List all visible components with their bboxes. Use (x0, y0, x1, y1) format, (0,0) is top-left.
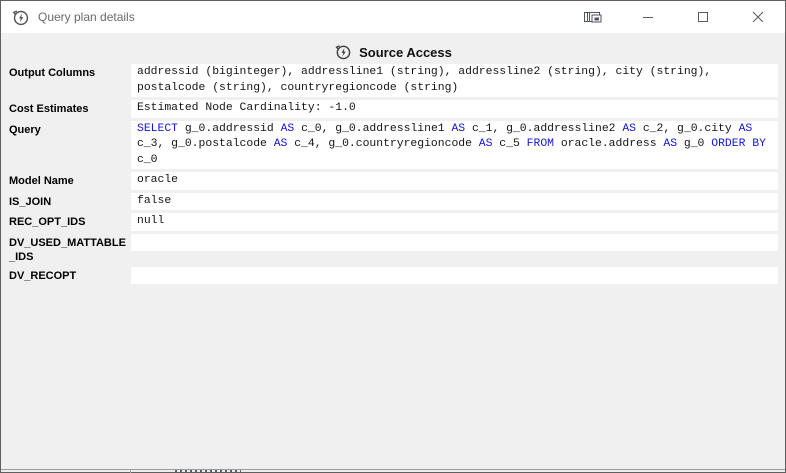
cost-estimates-field[interactable]: Estimated Node Cardinality: -1.0 (131, 100, 778, 118)
row-label: Model Name (1, 172, 131, 188)
close-icon[interactable] (730, 1, 785, 33)
source-access-icon (334, 43, 352, 61)
model-name-field[interactable]: oracle (131, 172, 778, 190)
row-label: REC_OPT_IDS (1, 213, 131, 229)
row-label: DV_RECOPT (1, 267, 131, 283)
is-join-field[interactable]: false (131, 193, 778, 211)
node-title: Source Access (359, 45, 452, 60)
query-plan-details-window: { "colors": { "keyword_blue": "#1414dd",… (0, 0, 786, 473)
row-cost-estimates: Cost Estimates Estimated Node Cardinalit… (1, 100, 778, 118)
row-is-join: IS_JOIN false (1, 193, 778, 211)
rec-opt-ids-field[interactable]: null (131, 213, 778, 231)
row-query: Query SELECT g_0.addressid AS c_0, g_0.a… (1, 121, 778, 170)
titlebar[interactable]: Query plan details (1, 1, 785, 33)
dv-recopt-field[interactable] (131, 267, 778, 285)
query-value-field[interactable]: SELECT g_0.addressid AS c_0, g_0.address… (131, 121, 778, 170)
window-title: Query plan details (38, 10, 135, 24)
minimize-icon[interactable] (620, 1, 675, 33)
row-dv-used-mattable-ids: DV_USED_MATTABLE_IDS (1, 234, 778, 264)
row-label: Query (1, 121, 131, 137)
output-columns-field[interactable]: addressid (biginteger), addressline1 (st… (131, 64, 778, 97)
dv-used-mattable-ids-field[interactable] (131, 234, 778, 252)
plan-details: Output Columns addressid (biginteger), a… (1, 64, 785, 284)
row-label: Output Columns (1, 64, 131, 80)
row-label: IS_JOIN (1, 193, 131, 209)
row-label: Cost Estimates (1, 100, 131, 116)
maximize-icon[interactable] (675, 1, 730, 33)
node-header: Source Access (1, 33, 785, 62)
window-controls (565, 1, 785, 33)
background-window-edge (1, 469, 785, 472)
row-rec-opt-ids: REC_OPT_IDS null (1, 213, 778, 231)
row-label: DV_USED_MATTABLE_IDS (1, 234, 131, 264)
dock-window-icon[interactable] (565, 1, 620, 33)
row-dv-recopt: DV_RECOPT (1, 267, 778, 285)
row-output-columns: Output Columns addressid (biginteger), a… (1, 64, 778, 97)
row-model-name: Model Name oracle (1, 172, 778, 190)
query-plan-icon (11, 8, 30, 27)
